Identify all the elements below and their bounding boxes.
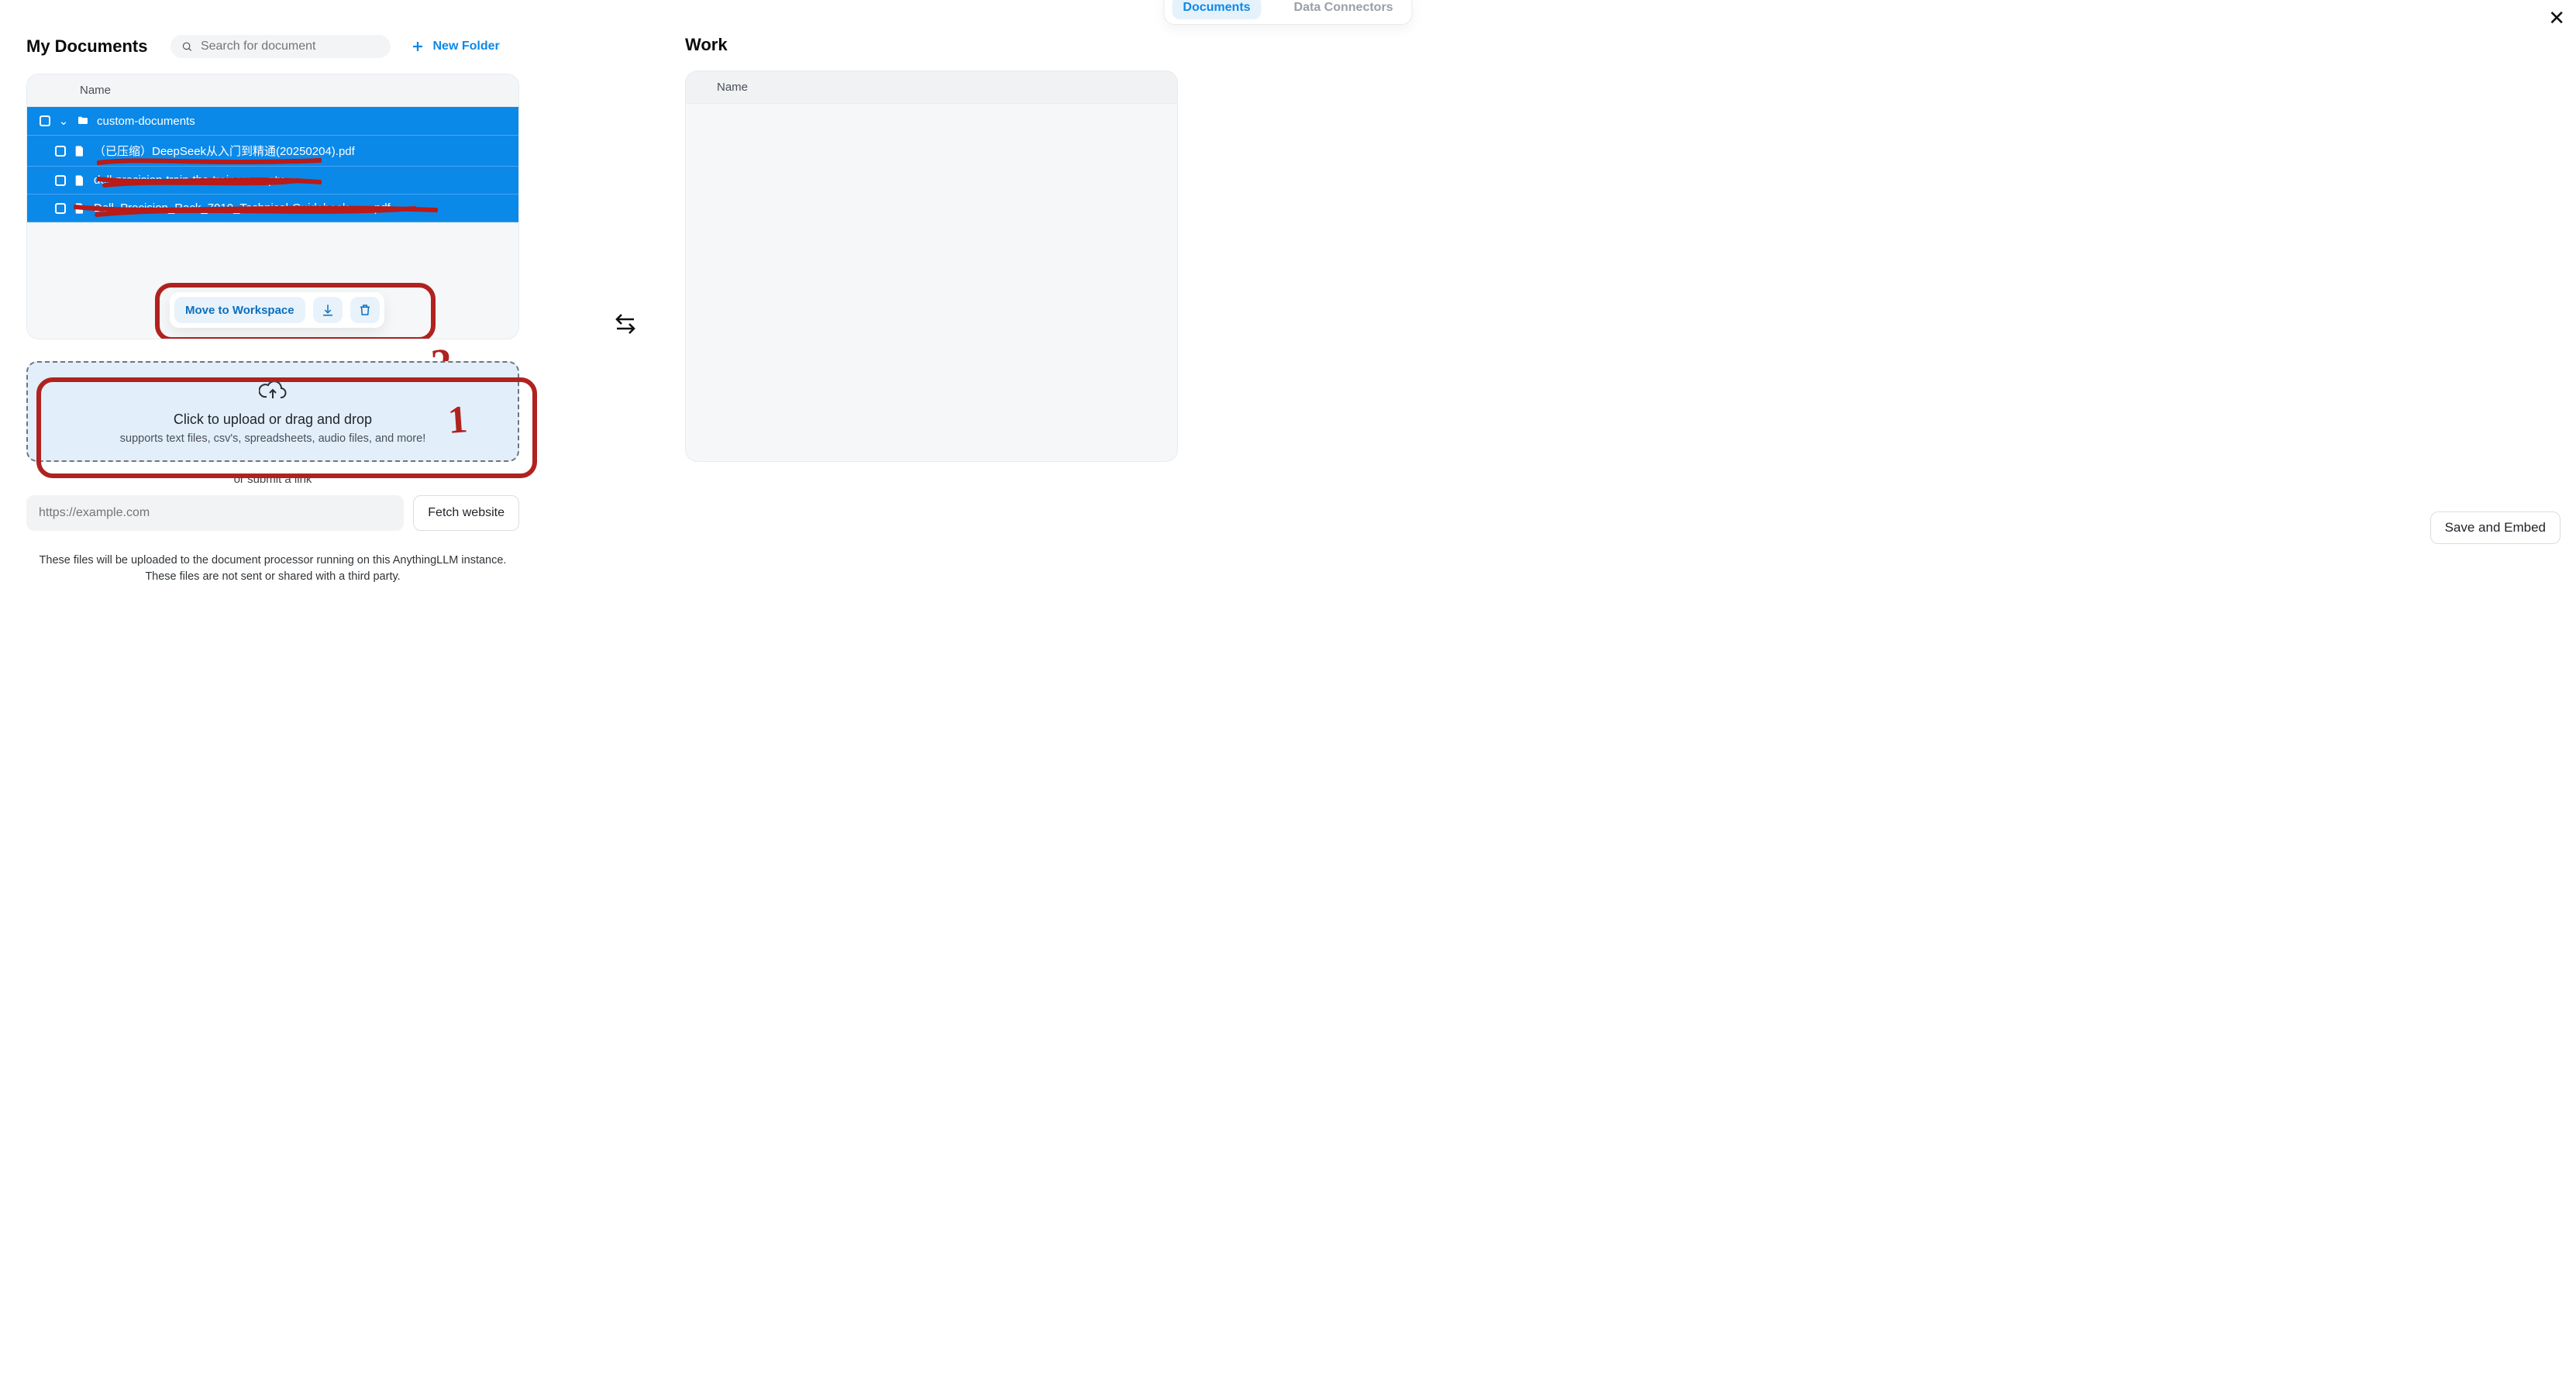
new-folder-button[interactable]: New Folder [411, 40, 499, 53]
table-row[interactable]: Dell_Precision_Rack_7910_Technical-Guide… [27, 195, 518, 222]
row-label: Dell_Precision_Rack_7910_Technical-Guide… [94, 201, 391, 215]
row-checkbox[interactable] [55, 175, 66, 186]
row-checkbox[interactable] [55, 146, 66, 157]
table-row[interactable]: ⌄ custom-documents [27, 107, 518, 136]
row-label: dell-precision-train-the-trainers-....pt… [94, 174, 284, 187]
row-checkbox[interactable] [55, 203, 66, 214]
folder-icon [77, 115, 89, 127]
chevron-down-icon[interactable]: ⌄ [58, 114, 69, 128]
url-input[interactable] [26, 495, 404, 531]
row-label: （已压缩）DeepSeek从入门到精通(20250204).pdf [94, 143, 355, 159]
my-documents-panel: My Documents New Folder Name ⌄ custom-do… [26, 35, 546, 585]
file-icon [74, 174, 86, 187]
row-label: custom-documents [97, 115, 195, 128]
table-row[interactable]: （已压缩）DeepSeek从入门到精通(20250204).pdf [27, 136, 518, 167]
tab-data-connectors[interactable]: Data Connectors [1283, 0, 1404, 19]
row-checkbox[interactable] [40, 115, 50, 126]
download-button[interactable] [313, 297, 343, 323]
new-folder-label: New Folder [432, 40, 499, 53]
table-empty-area: Move to Workspace [27, 222, 518, 339]
tab-documents[interactable]: Documents [1172, 0, 1261, 19]
workspace-title: Work [685, 35, 1181, 55]
workspace-panel: Work Name [685, 35, 1181, 585]
workspace-header-name: Name [686, 71, 1177, 104]
swap-arrows-icon[interactable] [612, 311, 639, 341]
upload-disclaimer: These files will be uploaded to the docu… [26, 553, 519, 585]
file-icon [74, 202, 86, 215]
upload-dropzone[interactable]: Click to upload or drag and drop support… [26, 361, 519, 462]
move-to-workspace-button[interactable]: Move to Workspace [174, 297, 305, 323]
close-icon[interactable]: ✕ [2548, 8, 2565, 28]
search-input[interactable] [201, 40, 381, 53]
table-row[interactable]: dell-precision-train-the-trainers-....pt… [27, 167, 518, 195]
annotation-number-1: 1 [446, 396, 469, 443]
save-and-embed-button[interactable]: Save and Embed [2430, 511, 2561, 544]
file-icon [74, 145, 86, 157]
or-submit-link-label: or submit a link [26, 473, 519, 486]
cloud-upload-icon [259, 380, 287, 407]
download-icon [321, 303, 335, 317]
modal-tabs: Documents Data Connectors [1163, 0, 1412, 25]
plus-icon [411, 40, 425, 53]
table-header-name: Name [27, 74, 518, 107]
upload-supported-formats: supports text files, csv's, spreadsheets… [39, 432, 507, 445]
bulk-actions-bar: Move to Workspace [170, 292, 384, 328]
upload-instruction: Click to upload or drag and drop [39, 412, 507, 428]
trash-icon [358, 303, 372, 317]
my-documents-title: My Documents [26, 36, 147, 57]
search-input-wrap[interactable] [170, 35, 391, 58]
workspace-table: Name [685, 71, 1178, 462]
search-icon [181, 40, 192, 53]
delete-button[interactable] [350, 297, 380, 323]
documents-table: Name ⌄ custom-documents （已压缩）DeepSeek从入门… [26, 74, 519, 339]
fetch-website-button[interactable]: Fetch website [413, 495, 519, 531]
